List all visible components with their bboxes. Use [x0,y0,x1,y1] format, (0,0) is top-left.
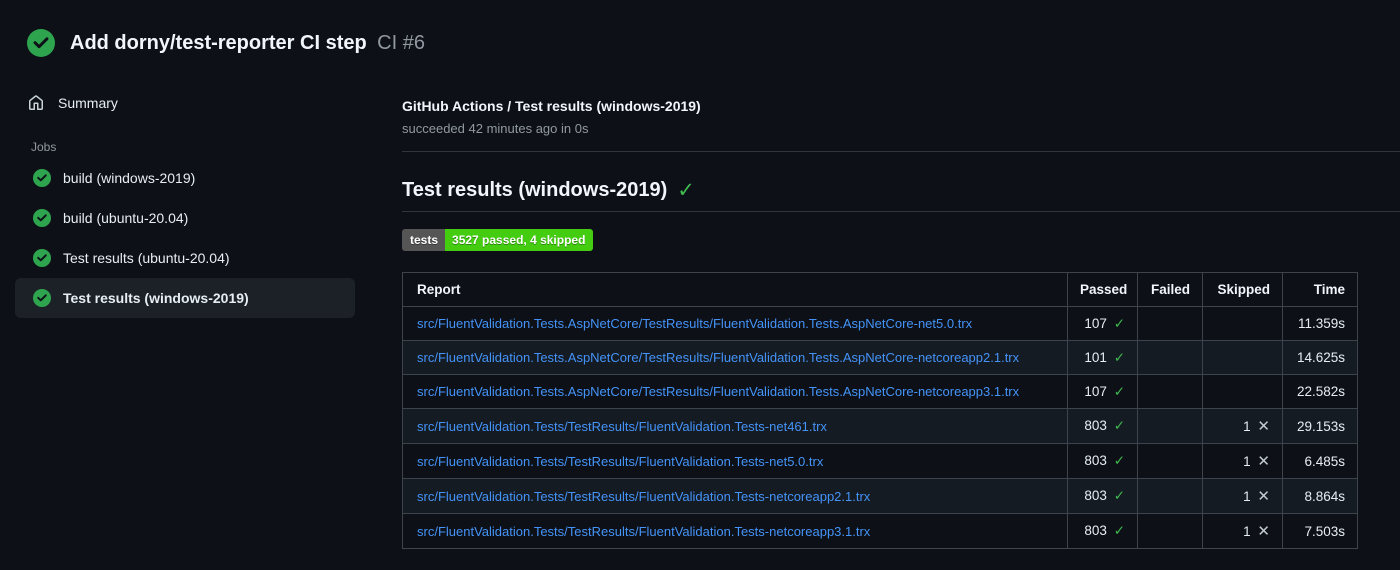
sidebar-job-item[interactable]: Test results (ubuntu-20.04) [15,238,355,278]
check-circle-icon [33,209,51,227]
column-header-failed: Failed [1137,272,1203,307]
check-icon: ✓ [1113,418,1125,433]
table-row: src/FluentValidation.Tests/TestResults/F… [402,443,1358,479]
report-link[interactable]: src/FluentValidation.Tests.AspNetCore/Te… [417,384,1019,399]
sidebar-jobs-list: build (windows-2019) build (ubuntu-20.04… [15,158,355,318]
summary-label: Summary [58,95,118,111]
column-header-report: Report [402,272,1068,307]
report-link[interactable]: src/FluentValidation.Tests/TestResults/F… [417,489,870,504]
time-cell: 6.485s [1282,443,1358,479]
jobs-section-label: Jobs [31,140,57,154]
run-header: Add dorny/test-reporter CI step CI #6 [0,0,1400,80]
sidebar-job-item[interactable]: Test results (windows-2019) [15,278,355,318]
passed-cell: 803 ✓ [1067,513,1138,549]
skipped-cell: 1 ✕ [1202,513,1283,549]
table-row: src/FluentValidation.Tests/TestResults/F… [402,478,1358,514]
skipped-cell: 1 ✕ [1202,478,1283,514]
report-link[interactable]: src/FluentValidation.Tests.AspNetCore/Te… [417,316,972,331]
passed-cell: 101 ✓ [1067,340,1138,375]
home-icon [29,95,43,110]
table-row: src/FluentValidation.Tests.AspNetCore/Te… [402,340,1358,375]
table-row: src/FluentValidation.Tests.AspNetCore/Te… [402,374,1358,409]
cross-icon: ✕ [1257,453,1270,470]
failed-cell [1137,513,1203,549]
check-icon: ✓ [1113,315,1125,331]
column-header-passed: Passed [1067,272,1138,307]
cross-icon: ✕ [1257,418,1270,435]
passed-cell: 107 ✓ [1067,374,1138,409]
job-title: GitHub Actions / Test results (windows-2… [402,98,701,114]
passed-cell: 803 ✓ [1067,443,1138,479]
passed-cell: 107 ✓ [1067,306,1138,341]
time-cell: 11.359s [1282,306,1358,341]
failed-cell [1137,478,1203,514]
run-success-check-circle-icon [27,29,55,57]
sidebar-job-item[interactable]: build (ubuntu-20.04) [15,198,355,238]
run-counter: CI #6 [377,31,425,54]
section-heading: Test results (windows-2019) ✓ [402,179,1400,212]
sidebar: Summary Jobs build (windows-2019) build … [0,80,400,318]
cross-icon: ✕ [1257,523,1270,540]
sidebar-job-item[interactable]: build (windows-2019) [15,158,355,198]
passed-cell: 803 ✓ [1067,408,1138,444]
failed-cell [1137,443,1203,479]
table-header-row: Report Passed Failed Skipped Time [402,272,1358,307]
job-item-label: build (ubuntu-20.04) [63,210,189,226]
main-content: GitHub Actions / Test results (windows-2… [400,80,1400,549]
failed-cell [1137,374,1203,409]
time-cell: 29.153s [1282,408,1358,444]
skipped-cell [1202,306,1283,341]
job-status-line: succeeded 42 minutes ago in 0s [402,121,589,136]
skipped-cell: 1 ✕ [1202,408,1283,444]
check-icon: ✓ [1113,523,1125,538]
table-row: src/FluentValidation.Tests.AspNetCore/Te… [402,306,1358,341]
check-icon: ✓ [1113,383,1125,399]
skipped-cell [1202,374,1283,409]
job-item-label: Test results (windows-2019) [63,290,249,306]
job-item-label: build (windows-2019) [63,170,196,186]
report-link[interactable]: src/FluentValidation.Tests.AspNetCore/Te… [417,350,1019,365]
failed-cell [1137,306,1203,341]
column-header-skipped: Skipped [1202,272,1283,307]
heading-check-icon: ✓ [677,179,695,202]
section-title: Test results (windows-2019) [402,179,668,201]
tests-badge: tests 3527 passed, 4 skipped [402,229,594,251]
check-circle-icon [33,249,51,267]
passed-cell: 803 ✓ [1067,478,1138,514]
check-circle-icon [33,289,51,307]
divider [402,151,1400,152]
table-row: src/FluentValidation.Tests/TestResults/F… [402,513,1358,549]
time-cell: 8.864s [1282,478,1358,514]
badge-label: tests [402,229,446,251]
job-item-label: Test results (ubuntu-20.04) [63,250,230,266]
report-link[interactable]: src/FluentValidation.Tests/TestResults/F… [417,524,870,539]
skipped-cell [1202,340,1283,375]
report-link[interactable]: src/FluentValidation.Tests/TestResults/F… [417,454,823,469]
sidebar-item-summary[interactable]: Summary [15,86,355,120]
check-icon: ✓ [1113,488,1125,503]
badge-value: 3527 passed, 4 skipped [445,229,594,251]
report-link[interactable]: src/FluentValidation.Tests/TestResults/F… [417,419,827,434]
check-circle-icon [33,169,51,187]
time-cell: 7.503s [1282,513,1358,549]
skipped-cell: 1 ✕ [1202,443,1283,479]
failed-cell [1137,340,1203,375]
column-header-time: Time [1282,272,1358,307]
time-cell: 14.625s [1282,340,1358,375]
cross-icon: ✕ [1257,488,1270,505]
time-cell: 22.582s [1282,374,1358,409]
test-results-table: Report Passed Failed Skipped Time src/Fluent… [402,272,1358,549]
run-title: Add dorny/test-reporter CI step [70,31,367,54]
failed-cell [1137,408,1203,444]
table-row: src/FluentValidation.Tests/TestResults/F… [402,408,1358,444]
check-icon: ✓ [1113,453,1125,468]
check-icon: ✓ [1113,349,1125,365]
